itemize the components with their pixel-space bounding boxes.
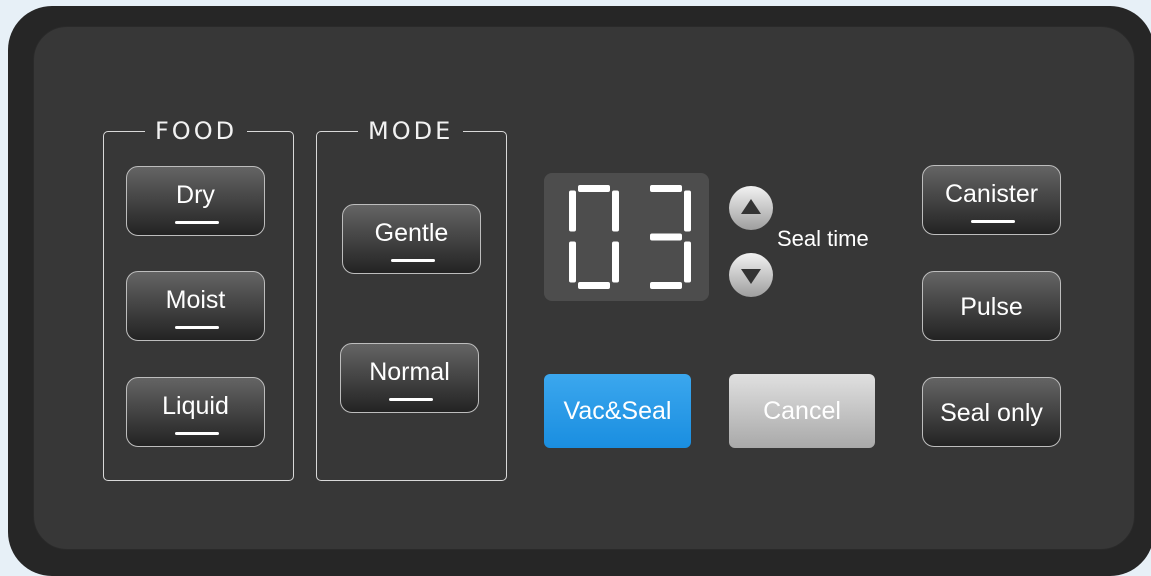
- mode-normal-indicator: [389, 398, 433, 401]
- vac-seal-button[interactable]: Vac&Seal: [544, 374, 691, 448]
- mode-gentle-indicator: [391, 259, 435, 262]
- down-triangle-icon: [741, 269, 761, 284]
- cancel-button[interactable]: Cancel: [729, 374, 875, 448]
- digit-0-segment-f: [569, 190, 576, 232]
- seal-only-button[interactable]: Seal only: [922, 377, 1061, 447]
- food-liquid-indicator: [175, 432, 219, 435]
- canister-button[interactable]: Canister: [922, 165, 1061, 235]
- food-moist-button[interactable]: Moist: [126, 271, 265, 341]
- food-dry-button[interactable]: Dry: [126, 166, 265, 236]
- up-triangle-icon: [741, 199, 761, 214]
- canister-indicator: [971, 220, 1015, 223]
- food-dry-label: Dry: [176, 181, 215, 209]
- seal-time-down-button[interactable]: [729, 253, 773, 297]
- digit-0-segment-e: [569, 241, 576, 283]
- digit-0-segment-a: [578, 185, 610, 192]
- mode-group: MODE: [316, 115, 507, 481]
- food-group-title: FOOD: [145, 115, 248, 147]
- digit-0-segment-c: [612, 241, 619, 283]
- pulse-button[interactable]: Pulse: [922, 271, 1061, 341]
- mode-group-title: MODE: [358, 115, 464, 147]
- food-liquid-label: Liquid: [162, 392, 229, 420]
- mode-normal-label: Normal: [369, 358, 450, 386]
- canister-label: Canister: [944, 180, 1039, 208]
- digit-1-segment-a: [650, 185, 682, 192]
- mode-gentle-button[interactable]: Gentle: [342, 204, 481, 274]
- digit-1-segment-c: [684, 241, 691, 283]
- food-moist-indicator: [175, 326, 219, 329]
- food-liquid-button[interactable]: Liquid: [126, 377, 265, 447]
- digit-1-segment-b: [684, 190, 691, 232]
- mode-normal-button[interactable]: Normal: [340, 343, 479, 413]
- seal-time-up-button[interactable]: [729, 186, 773, 230]
- mode-gentle-label: Gentle: [374, 219, 449, 247]
- seal-time-label: Seal time: [777, 226, 869, 251]
- food-moist-label: Moist: [165, 286, 226, 314]
- seal-time-display: 03: [544, 173, 709, 301]
- digit-1-segment-d: [650, 282, 682, 289]
- food-dry-indicator: [175, 221, 219, 224]
- seal-only-label: Seal only: [940, 399, 1043, 427]
- digit-0-segment-b: [612, 190, 619, 232]
- seven-segment-digits: [569, 185, 691, 289]
- digit-1-segment-g: [650, 233, 682, 241]
- pulse-label: Pulse: [960, 293, 1023, 321]
- digit-0-segment-d: [578, 282, 610, 289]
